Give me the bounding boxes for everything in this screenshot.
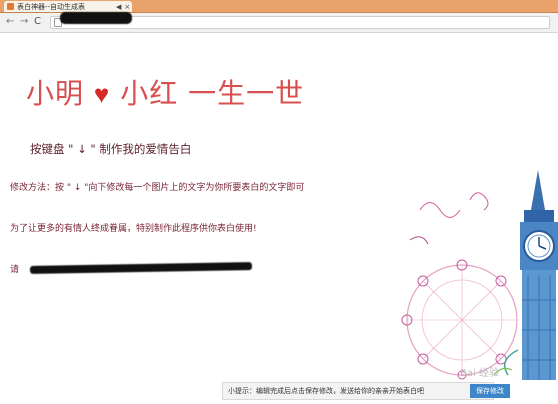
share-text: 请 [10,265,20,275]
subtitle: 按键盘 " ↓ " 制作我的爱情告白 [30,142,192,156]
back-icon[interactable]: ← [6,16,14,27]
close-icon[interactable]: × [124,3,130,11]
watermark: Bai 经验 [460,368,499,379]
purpose-text: 为了让更多的有情人终成眷属，特别制作此程序供你表白使用! [10,224,257,234]
speaker-icon[interactable]: ◀ [116,3,121,11]
instructions-text: 修改方法：按 " ↓ "向下修改每一个图片上的文字为你所要表白的文字即可 [10,183,305,193]
headline-name-left: 小明 [26,77,85,110]
forward-icon[interactable]: → [20,16,28,27]
reload-icon[interactable]: C [34,16,41,27]
headline-name-right: 小红 一生一世 [120,77,305,110]
heart-icon: ♥ [93,80,111,110]
browser-tab[interactable]: 表白神器--自动生成表 ◀ × [4,1,132,12]
big-ben-illustration [401,170,558,380]
save-button[interactable]: 保存修改 [470,384,510,398]
tab-title: 表白神器--自动生成表 [17,2,86,11]
redaction-mark [60,12,132,24]
headline: 小明 ♥ 小红 一生一世 [26,72,304,112]
hint-bar: 小提示：编辑完成后点击保存修改，发送给你的亲亲开始表白吧 [222,382,494,400]
redaction-mark [29,262,253,274]
favicon-icon [7,3,14,10]
hint-text: 小提示：编辑完成后点击保存修改，发送给你的亲亲开始表白吧 [228,387,424,395]
